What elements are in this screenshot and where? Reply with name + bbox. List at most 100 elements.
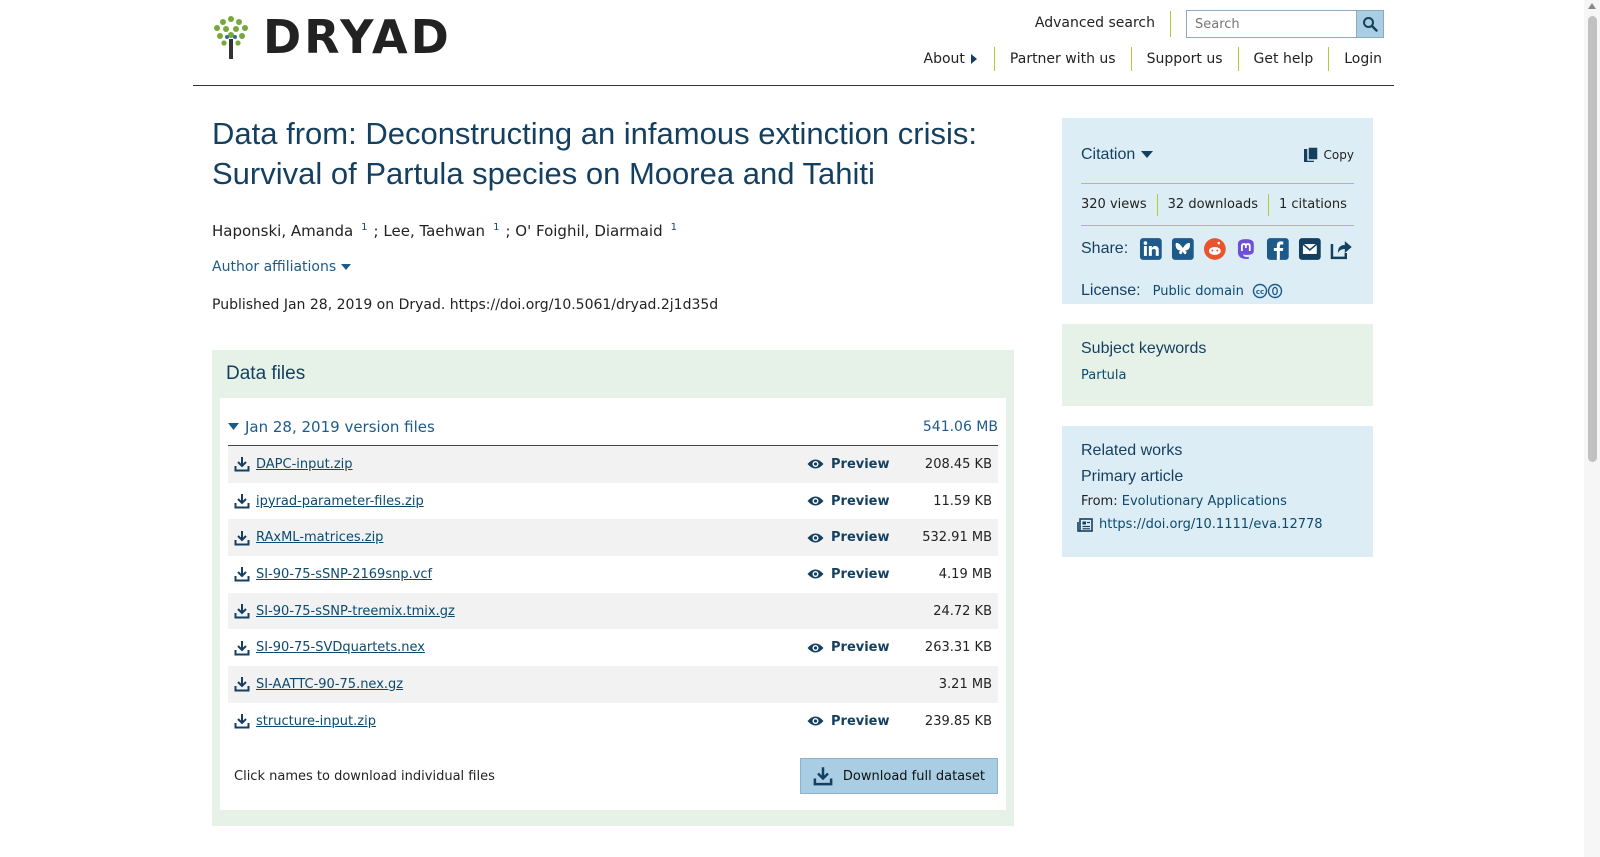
preview-label: Preview xyxy=(831,493,890,509)
license-link[interactable]: Public domain xyxy=(1153,284,1244,299)
file-link[interactable]: structure-input.zip xyxy=(256,714,807,729)
preview-button[interactable]: Preview xyxy=(807,714,902,729)
share-row: Share: xyxy=(1081,226,1354,272)
data-files-list: Jan 28, 2019 version files 541.06 MB DAP… xyxy=(220,398,1006,810)
page-scrollbar[interactable] xyxy=(1584,0,1600,857)
preview-button[interactable]: Preview xyxy=(807,530,902,545)
file-rows: DAPC-input.zip Preview 208.45 KB ipyrad-… xyxy=(228,446,998,740)
related-from: From: Evolutionary Applications xyxy=(1081,494,1354,509)
file-link[interactable]: SI-AATTC-90-75.nex.gz xyxy=(256,677,807,692)
author-separator: ; xyxy=(505,222,511,240)
search-button[interactable] xyxy=(1356,10,1384,38)
file-row: SI-90-75-sSNP-treemix.tmix.gz 24.72 KB xyxy=(228,592,998,630)
caret-right-icon xyxy=(970,54,977,64)
files-footer: Click names to download individual files… xyxy=(228,758,998,794)
citation-header: Citation Copy xyxy=(1081,132,1354,184)
bluesky-icon[interactable] xyxy=(1170,236,1196,262)
tree-logo-icon xyxy=(214,16,248,59)
file-row: SI-AATTC-90-75.nex.gz 3.21 MB xyxy=(228,666,998,703)
author-separator: ; xyxy=(373,222,379,240)
eye-icon xyxy=(807,496,824,506)
preview-button[interactable]: Preview xyxy=(807,640,902,655)
download-full-dataset-button[interactable]: Download full dataset xyxy=(799,758,998,794)
file-link[interactable]: SI-90-75-sSNP-2169snp.vcf xyxy=(256,567,807,582)
file-link[interactable]: RAxML-matrices.zip xyxy=(256,530,807,545)
file-link[interactable]: ipyrad-parameter-files.zip xyxy=(256,494,807,509)
version-label: Jan 28, 2019 version files xyxy=(245,417,435,436)
nav-partner[interactable]: Partner with us xyxy=(993,47,1131,71)
views-count: 320 views xyxy=(1081,196,1147,212)
cc-zero-icon: cc xyxy=(1252,283,1283,299)
scrollbar-thumb[interactable] xyxy=(1588,16,1597,462)
usage-metrics: 320 views 32 downloads 1 citations xyxy=(1081,184,1354,226)
file-size: 11.59 KB xyxy=(933,493,992,509)
dryad-logo[interactable]: DRYAD xyxy=(213,14,452,60)
author-name: Lee, Taehwan xyxy=(383,222,486,240)
file-size: 208.45 KB xyxy=(924,456,992,472)
advanced-search-link[interactable]: Advanced search xyxy=(1035,11,1171,37)
caret-down-icon xyxy=(1141,150,1154,158)
preview-button[interactable]: Preview xyxy=(807,567,902,582)
file-size: 239.85 KB xyxy=(924,713,992,729)
keyword-link[interactable]: Partula xyxy=(1081,368,1126,383)
file-row: structure-input.zip Preview 239.85 KB xyxy=(228,703,998,740)
author-affiliation-link[interactable]: 1 xyxy=(361,222,367,233)
author-name: O' Foighil, Diarmaid xyxy=(515,222,663,240)
journal-link[interactable]: Evolutionary Applications xyxy=(1122,494,1287,509)
preview-label: Preview xyxy=(831,713,890,729)
mastodon-icon[interactable] xyxy=(1233,236,1259,262)
scroll-up-arrow-icon[interactable] xyxy=(1588,3,1596,9)
file-link[interactable]: SI-90-75-SVDquartets.nex xyxy=(256,640,807,655)
published-info: Published Jan 28, 2019 on Dryad. https:/… xyxy=(212,297,719,313)
primary-article-heading: Primary article xyxy=(1081,468,1184,485)
eye-icon xyxy=(807,643,824,653)
svg-text:cc: cc xyxy=(1256,288,1264,296)
download-hint: Click names to download individual files xyxy=(234,768,495,784)
preview-label: Preview xyxy=(831,456,890,472)
subject-keywords-box: Subject keywords Partula xyxy=(1062,324,1373,406)
reddit-icon[interactable] xyxy=(1202,236,1228,262)
search-box xyxy=(1186,10,1384,38)
nav-support[interactable]: Support us xyxy=(1130,47,1238,71)
copy-citation-button[interactable]: Copy xyxy=(1303,145,1354,164)
doi-link[interactable]: https://doi.org/10.1111/eva.12778 xyxy=(1099,517,1323,532)
preview-label: Preview xyxy=(831,530,890,546)
download-icon xyxy=(234,494,250,509)
license-row: License: Public domain cc xyxy=(1081,272,1354,310)
facebook-icon[interactable] xyxy=(1265,236,1291,262)
share-icon[interactable] xyxy=(1328,236,1354,262)
email-icon[interactable] xyxy=(1297,236,1323,262)
linkedin-icon[interactable] xyxy=(1138,236,1164,262)
site-header: DRYAD Advanced search About Partner with… xyxy=(193,0,1394,86)
file-link[interactable]: SI-90-75-sSNP-treemix.tmix.gz xyxy=(256,604,807,619)
citations-count: 1 citations xyxy=(1267,193,1347,216)
download-icon xyxy=(234,714,250,729)
logo-text: DRYAD xyxy=(263,10,452,64)
search-input[interactable] xyxy=(1186,10,1356,38)
file-link[interactable]: DAPC-input.zip xyxy=(256,457,807,472)
preview-button[interactable]: Preview xyxy=(807,457,902,472)
author-affiliations-toggle[interactable]: Author affiliations xyxy=(212,259,352,275)
nav-about[interactable]: About xyxy=(909,47,994,71)
author-affiliation-link[interactable]: 1 xyxy=(493,222,499,233)
citation-toggle[interactable]: Citation xyxy=(1081,146,1154,164)
version-row[interactable]: Jan 28, 2019 version files 541.06 MB xyxy=(228,412,998,446)
eye-icon xyxy=(807,716,824,726)
download-icon xyxy=(234,567,250,582)
nav-login[interactable]: Login xyxy=(1328,47,1384,71)
nav-help[interactable]: Get help xyxy=(1237,47,1329,71)
caret-down-icon xyxy=(228,422,239,430)
download-icon xyxy=(234,530,250,546)
related-doi: https://doi.org/10.1111/eva.12778 xyxy=(1077,517,1354,532)
file-size: 532.91 MB xyxy=(922,530,992,546)
author-affiliation-link[interactable]: 1 xyxy=(671,222,677,233)
page-title: Data from: Deconstructing an infamous ex… xyxy=(212,116,977,191)
data-files-panel: Data files Jan 28, 2019 version files 54… xyxy=(212,350,1014,826)
download-icon xyxy=(234,604,250,619)
file-row: ipyrad-parameter-files.zip Preview 11.59… xyxy=(228,483,998,520)
version-toggle[interactable]: Jan 28, 2019 version files xyxy=(228,418,435,436)
eye-icon xyxy=(807,533,824,543)
caret-down-icon xyxy=(341,264,352,270)
preview-button[interactable]: Preview xyxy=(807,494,902,509)
version-size: 541.06 MB xyxy=(922,418,998,435)
